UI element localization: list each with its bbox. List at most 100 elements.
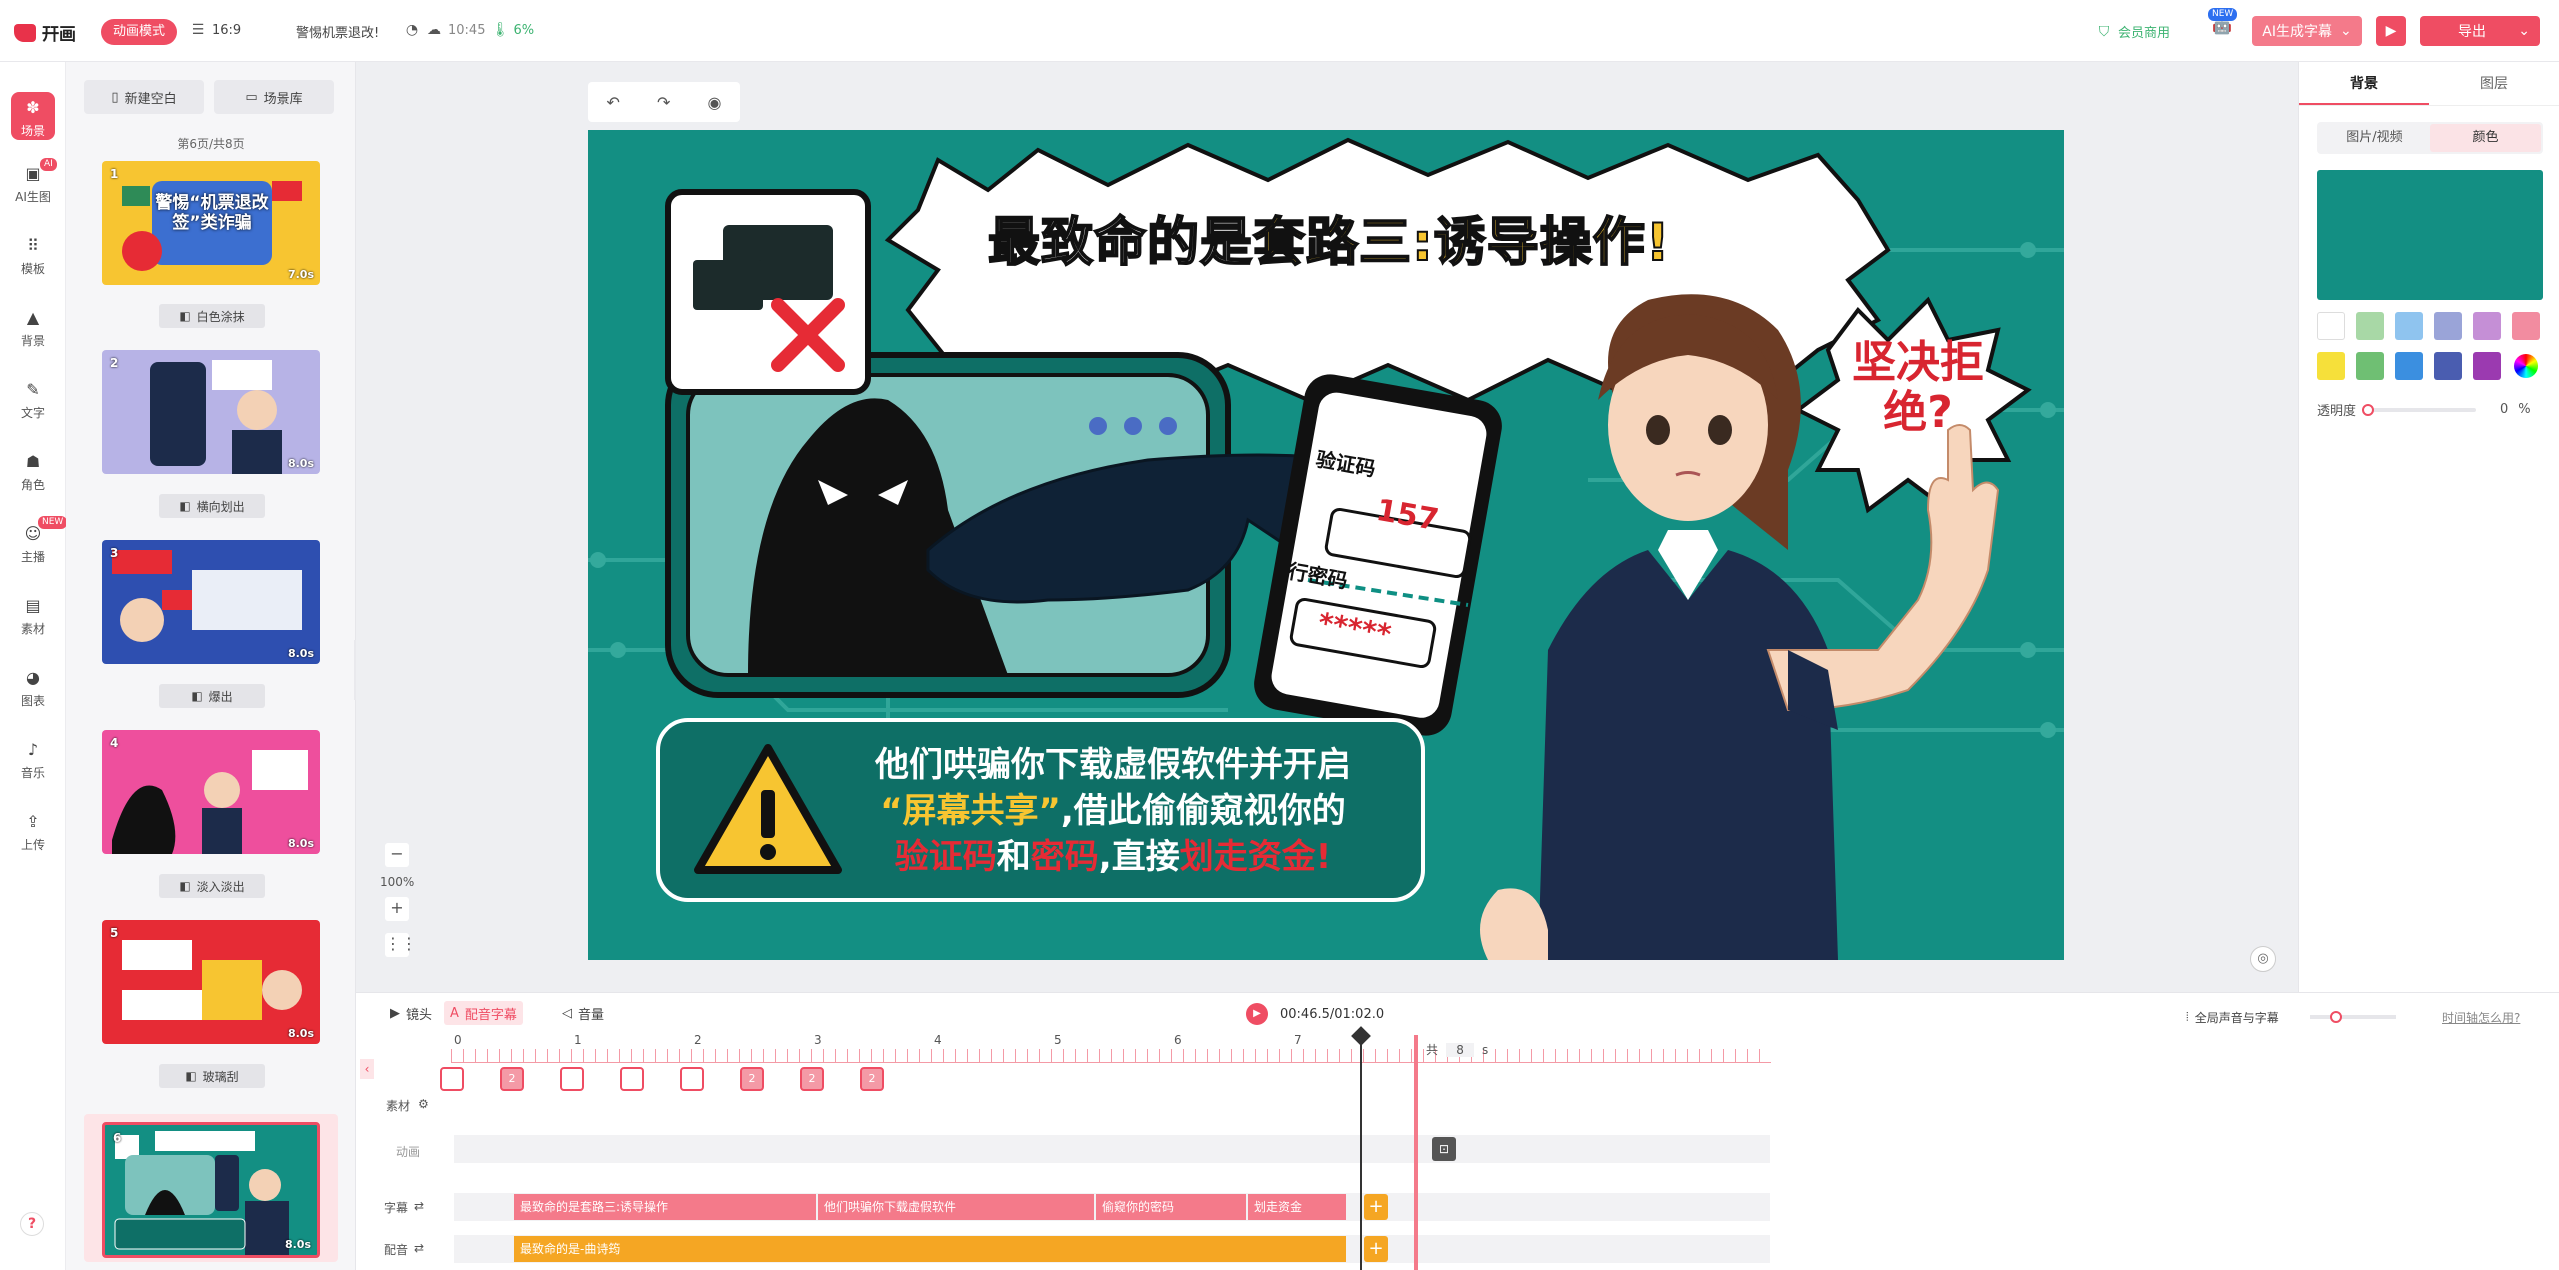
- material-chip[interactable]: 2: [500, 1067, 524, 1091]
- headline[interactable]: 最致命的是套路三:诱导操作!: [987, 200, 1671, 275]
- nav-scene[interactable]: ✽ 场景: [0, 92, 66, 140]
- palette-icon[interactable]: ◉: [707, 93, 721, 112]
- color-swatch[interactable]: [2434, 352, 2462, 380]
- subtitle-block[interactable]: 偷窥你的密码: [1096, 1194, 1246, 1220]
- total-value[interactable]: 8: [1446, 1042, 1475, 1057]
- timeline-help-link[interactable]: 时间轴怎么用?: [2442, 1009, 2520, 1026]
- color-swatch[interactable]: [2317, 312, 2345, 340]
- zoom-in-button[interactable]: +: [385, 897, 409, 921]
- zoom-slider[interactable]: [2310, 1011, 2396, 1023]
- camera-view-icon[interactable]: ◎: [2250, 946, 2276, 972]
- color-swatch[interactable]: [2512, 312, 2540, 340]
- scene-thumb-6[interactable]: 6 8.0s: [102, 1122, 320, 1258]
- subtab-color[interactable]: 颜色: [2430, 124, 2541, 152]
- nav-text[interactable]: ✎ 文字: [0, 380, 66, 421]
- play-icon[interactable]: ▶: [1246, 1003, 1268, 1025]
- nav-background[interactable]: ▲ 背景: [0, 308, 66, 349]
- timeline-scroll-left[interactable]: ‹: [360, 1059, 374, 1079]
- member-commercial[interactable]: ⛉ 会员商用: [2096, 22, 2170, 42]
- global-sound-subtitle[interactable]: ⦙ 全局声音与字幕: [2186, 1009, 2279, 1026]
- nav-music[interactable]: ♪ 音乐: [0, 740, 66, 781]
- transition-4[interactable]: ◧ 淡入淡出: [159, 874, 265, 898]
- color-swatch[interactable]: [2473, 352, 2501, 380]
- swap-icon[interactable]: ⇄: [414, 1199, 424, 1216]
- tab-layer[interactable]: 图层: [2429, 62, 2559, 105]
- scene-thumb-2[interactable]: 2 8.0s: [102, 350, 320, 474]
- file-icon: ▯: [111, 89, 119, 105]
- transition-3[interactable]: ◧ 爆出: [159, 684, 265, 708]
- add-voice-button[interactable]: +: [1364, 1236, 1388, 1262]
- help-button[interactable]: ?: [20, 1212, 44, 1236]
- subtitle-block[interactable]: 最致命的是套路三:诱导操作: [514, 1194, 816, 1220]
- subtitle-block[interactable]: 划走资金: [1248, 1194, 1346, 1220]
- project-title[interactable]: 警惕机票退改!: [296, 22, 379, 41]
- swap-icon[interactable]: ⇄: [414, 1241, 424, 1258]
- playhead[interactable]: [1351, 1026, 1371, 1270]
- opacity-slider[interactable]: [2362, 403, 2477, 416]
- color-picker-icon[interactable]: [2514, 354, 2538, 378]
- tab-camera[interactable]: ▶ 镜头: [384, 1001, 438, 1025]
- opacity-value[interactable]: 0: [2500, 402, 2508, 417]
- add-subtitle-button[interactable]: +: [1364, 1194, 1388, 1220]
- material-chip[interactable]: 2: [800, 1067, 824, 1091]
- material-chip[interactable]: [620, 1067, 644, 1091]
- scene-thumb-4[interactable]: 4 8.0s: [102, 730, 320, 854]
- stage-canvas[interactable]: 最致命的是套路三:诱导操作! 坚决拒绝? 验证码 157 行密码 ***** 他…: [588, 130, 2064, 960]
- lock-icon[interactable]: ⊡: [1432, 1137, 1456, 1161]
- nav-chart[interactable]: ◕ 图表: [0, 668, 66, 709]
- nav-anchor[interactable]: ☺ 主播 NEW: [0, 516, 68, 565]
- material-chip[interactable]: [440, 1067, 464, 1091]
- material-chip[interactable]: 2: [860, 1067, 884, 1091]
- current-color-preview[interactable]: [2317, 170, 2543, 300]
- nav-character[interactable]: ☗ 角色: [0, 452, 66, 493]
- robot-button[interactable]: 🤖 NEW: [2208, 8, 2238, 34]
- scene-library-button[interactable]: ▭ 场景库: [214, 80, 334, 114]
- body-text[interactable]: 他们哄骗你下载虚假软件并开启 “屏幕共享”,借此偷偷窥视你的 验证码和密码,直接…: [828, 742, 1398, 880]
- slider-handle[interactable]: [2330, 1011, 2342, 1023]
- scene-thumb-5[interactable]: 5 8.0s: [102, 920, 320, 1044]
- ruler[interactable]: [451, 1049, 1771, 1063]
- timeline-end-marker[interactable]: [1414, 1035, 1418, 1270]
- subtitle-block[interactable]: 他们哄骗你下载虚假软件: [818, 1194, 1094, 1220]
- top-bar: 幵画 动画模式 ☰ 16:9 警惕机票退改! ◔ ☁ 10:45 🌡 6% ⛉ 会员商用 🤖…: [0, 0, 2559, 62]
- tab-background[interactable]: 背景: [2299, 62, 2429, 105]
- ratio-selector[interactable]: ☰ 16:9: [190, 22, 241, 38]
- material-chip[interactable]: [560, 1067, 584, 1091]
- mode-toggle-button[interactable]: 动画模式: [101, 19, 178, 45]
- nav-template[interactable]: ⠿ 模板: [0, 236, 66, 277]
- new-blank-button[interactable]: ▯ 新建空白: [84, 80, 204, 114]
- transition-2[interactable]: ◧ 横向划出: [159, 494, 265, 518]
- color-swatch[interactable]: [2356, 312, 2384, 340]
- scene-thumb-1[interactable]: 1 警惕“机票退改签”类诈骗 7.0s: [102, 161, 320, 285]
- grid-icon[interactable]: ⋮⋮: [385, 933, 417, 957]
- nav-upload[interactable]: ⇪ 上传: [0, 812, 66, 853]
- zoom-out-button[interactable]: −: [385, 843, 409, 867]
- color-swatch[interactable]: [2395, 312, 2423, 340]
- undo-icon[interactable]: ↶: [607, 93, 620, 112]
- nav-material[interactable]: ▤ 素材: [0, 596, 66, 637]
- transition-1[interactable]: ◧ 白色涂抹: [159, 304, 265, 328]
- color-swatch[interactable]: [2317, 352, 2345, 380]
- color-swatch[interactable]: [2395, 352, 2423, 380]
- tab-volume[interactable]: ◁ 音量: [556, 1001, 610, 1025]
- material-chip[interactable]: 2: [740, 1067, 764, 1091]
- color-swatch[interactable]: [2434, 312, 2462, 340]
- animation-track[interactable]: [454, 1135, 1770, 1163]
- color-swatch[interactable]: [2473, 312, 2501, 340]
- nav-ai-image[interactable]: ▣ AI生图 AI: [0, 158, 66, 205]
- voice-block[interactable]: 最致命的是-曲诗筠: [514, 1236, 1346, 1262]
- app-logo[interactable]: 幵画: [14, 20, 76, 45]
- subtab-media[interactable]: 图片/视频: [2319, 124, 2430, 152]
- refuse-bubble-text[interactable]: 坚决拒绝?: [1848, 338, 1988, 438]
- export-button[interactable]: 导出 ⌄: [2420, 16, 2540, 46]
- slider-handle[interactable]: [2362, 403, 2375, 416]
- scene-thumb-3[interactable]: 3 8.0s: [102, 540, 320, 664]
- preview-play-button[interactable]: ▶: [2376, 16, 2406, 46]
- gear-icon[interactable]: ⚙: [418, 1097, 429, 1114]
- redo-icon[interactable]: ↷: [657, 93, 670, 112]
- material-chip[interactable]: [680, 1067, 704, 1091]
- color-swatch[interactable]: [2356, 352, 2384, 380]
- tab-subtitle[interactable]: A 配音字幕: [444, 1001, 523, 1025]
- ai-subtitle-button[interactable]: AI生成字幕 ⌄: [2252, 16, 2362, 46]
- transition-5[interactable]: ◧ 玻璃刮: [159, 1064, 265, 1088]
